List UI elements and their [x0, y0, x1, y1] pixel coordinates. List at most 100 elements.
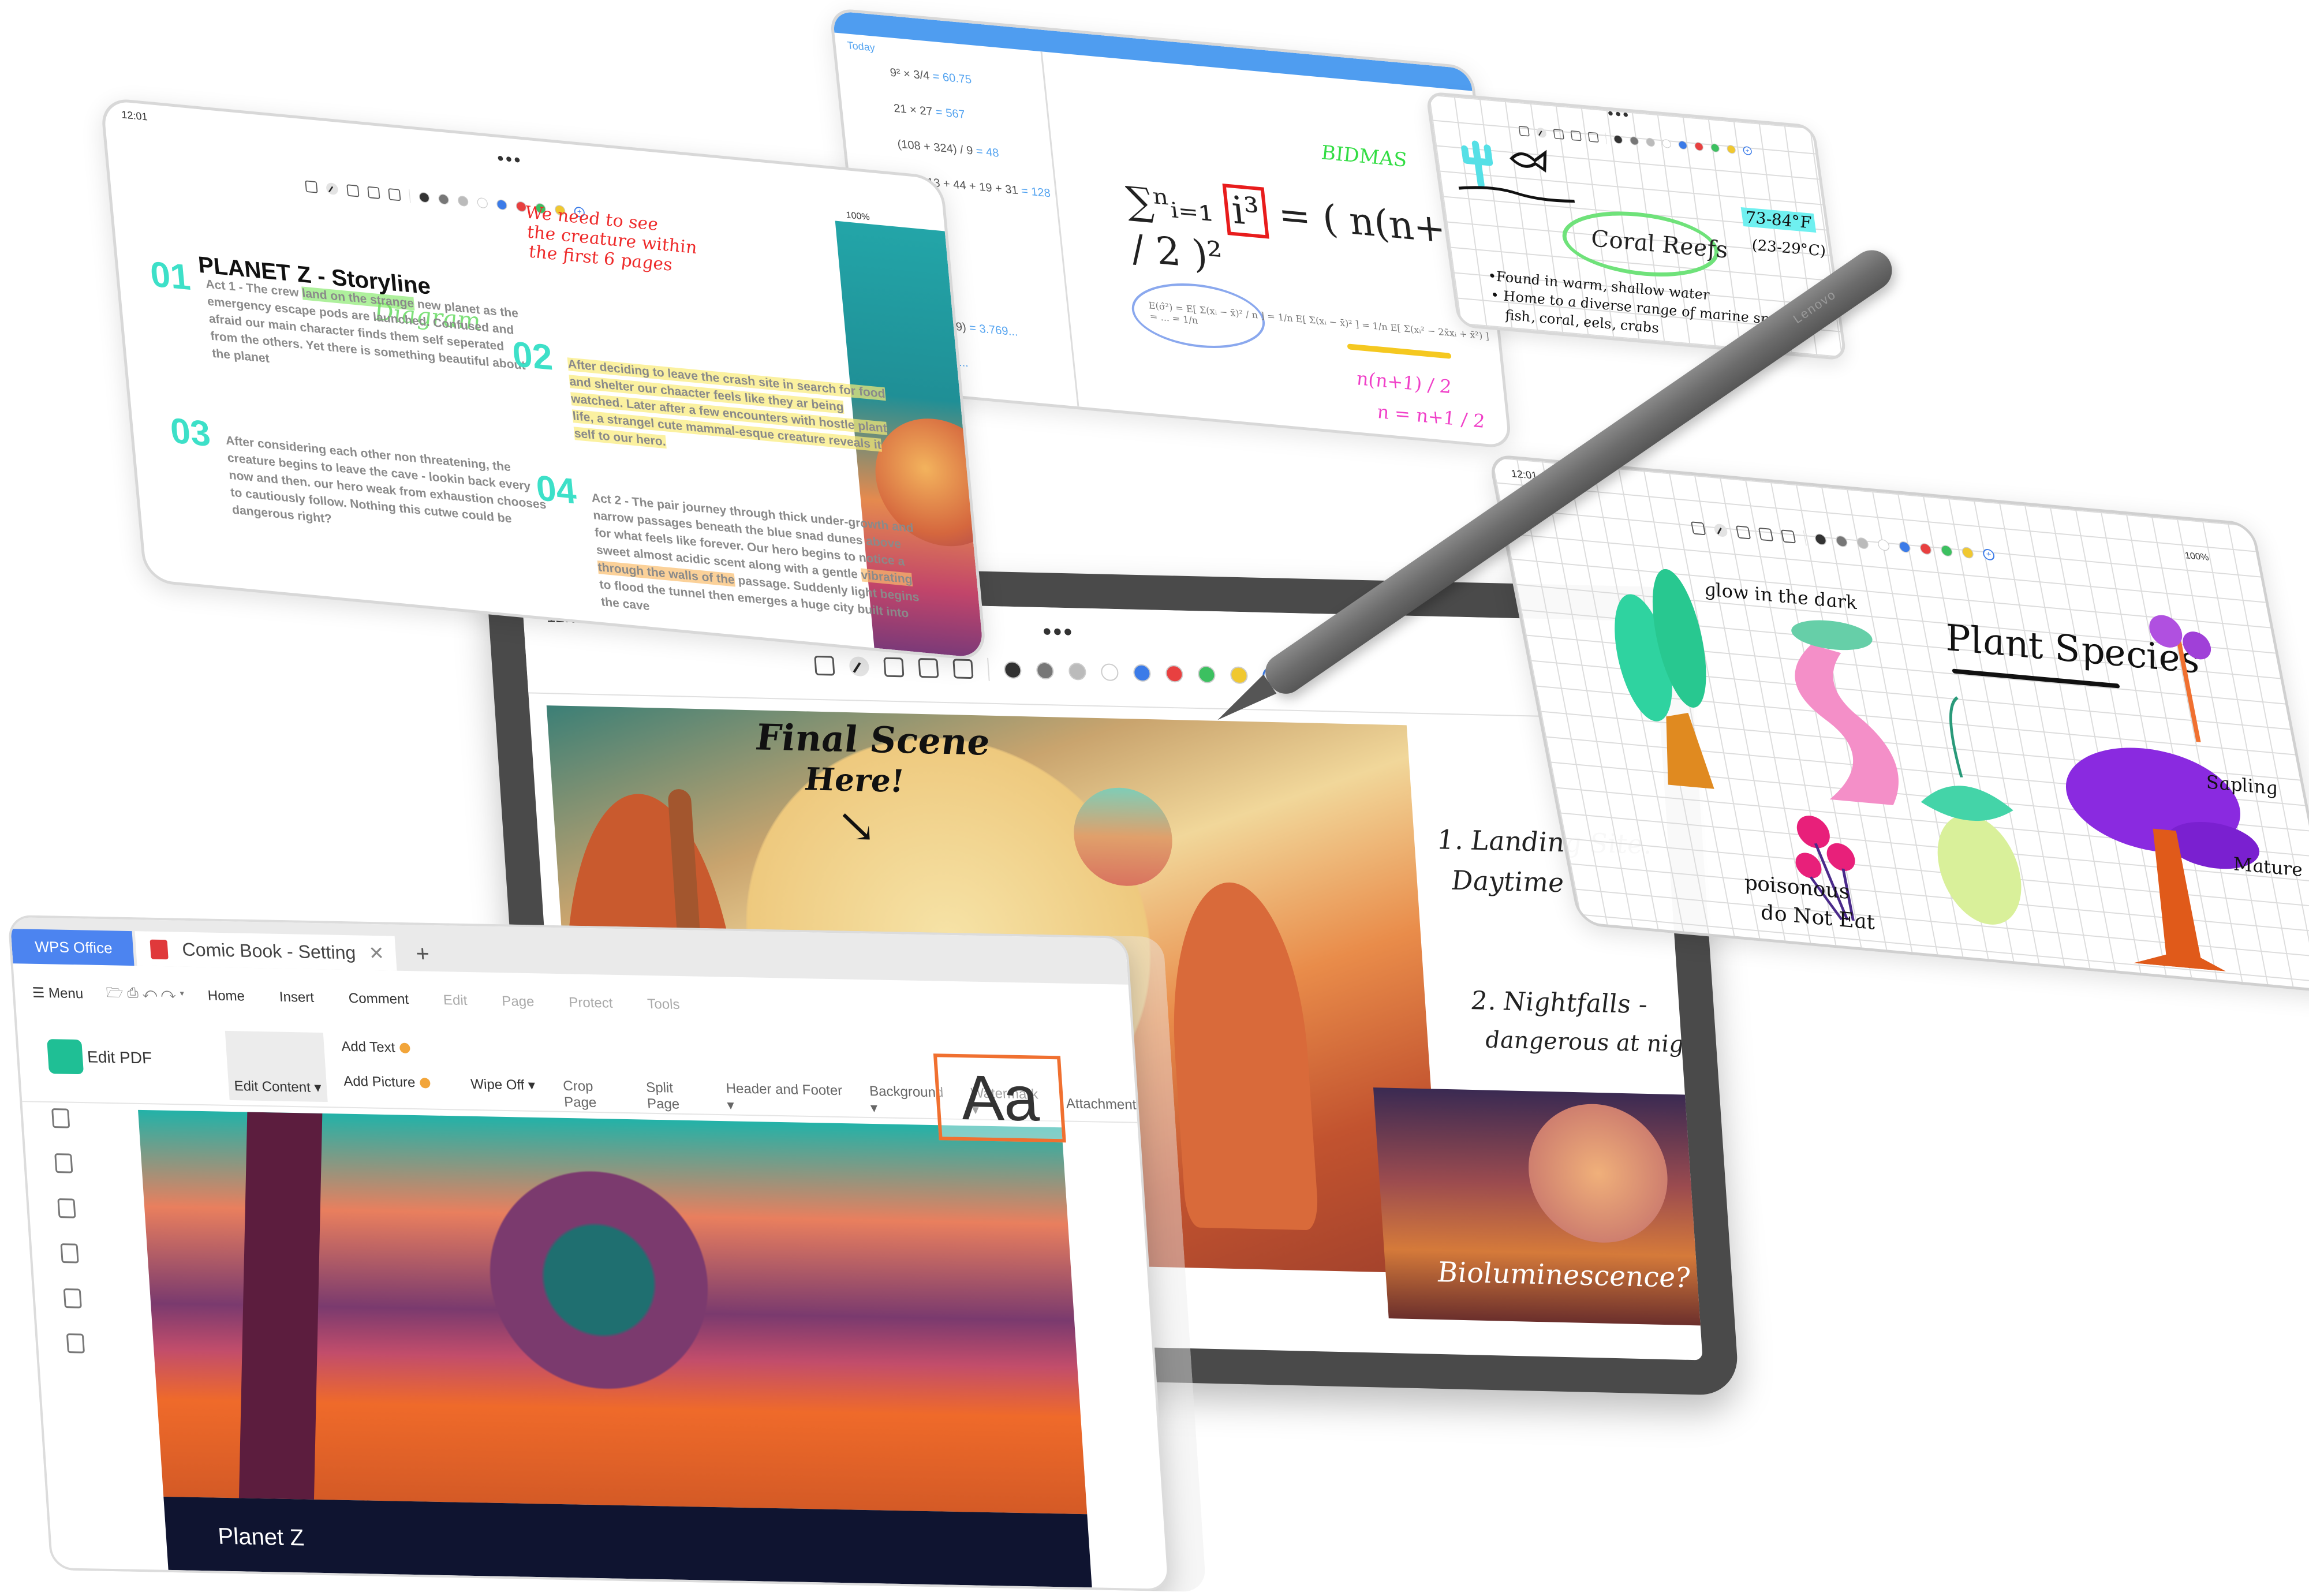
pen-icon[interactable] — [1713, 523, 1729, 537]
highlighted-text: After deciding to leave the crash site i… — [567, 357, 888, 452]
eraser-icon[interactable] — [367, 186, 380, 199]
more-handle[interactable]: ••• — [496, 149, 524, 171]
attachment-icon[interactable] — [60, 1243, 79, 1264]
calc-entry: 9² × 3/4 = 60.75 — [890, 66, 973, 87]
note-daytime: Daytime — [1450, 864, 1565, 899]
toolbar-divider — [987, 657, 990, 681]
nav-tab-comment[interactable]: Comment — [348, 991, 409, 1008]
close-icon[interactable]: ✕ — [368, 936, 386, 971]
wipe-off-button[interactable]: Wipe Off ▾ — [470, 1076, 536, 1094]
color-swatch[interactable] — [1036, 661, 1055, 680]
edit-content-button[interactable]: Edit Content ▾ — [225, 1030, 328, 1102]
color-swatch[interactable] — [1961, 546, 1975, 559]
add-text-label: Add Text — [341, 1038, 396, 1056]
color-swatch[interactable] — [419, 192, 430, 203]
convert-icon[interactable] — [66, 1333, 85, 1354]
pink-note-2: n = n+1 / 2 — [1376, 400, 1486, 433]
color-swatch[interactable] — [1856, 537, 1870, 550]
lasso-icon[interactable] — [952, 659, 974, 679]
color-swatch[interactable] — [1645, 137, 1656, 147]
section-number: 02 — [510, 334, 555, 378]
menu-button[interactable]: ☰ Menu — [32, 984, 84, 1002]
ribbon-item[interactable]: Attachment — [1066, 1096, 1137, 1113]
nav-tab-tools[interactable]: Tools — [647, 996, 681, 1013]
ribbon-item[interactable]: Split Page — [645, 1079, 710, 1113]
ribbon-item[interactable]: Crop Page — [562, 1078, 630, 1111]
eraser-icon[interactable] — [1570, 130, 1582, 141]
more-handle[interactable]: ••• — [1606, 104, 1632, 124]
night-scene-image: Bioluminescence? — [1373, 1087, 1703, 1326]
color-swatch[interactable] — [1197, 666, 1216, 683]
color-swatch[interactable] — [476, 197, 488, 209]
color-swatch[interactable] — [1677, 140, 1688, 150]
comment-icon[interactable] — [57, 1198, 76, 1219]
color-swatch[interactable] — [1230, 666, 1249, 685]
add-color-icon[interactable]: + — [1982, 548, 1996, 561]
more-handle[interactable]: ••• — [1042, 619, 1075, 645]
lasso-icon[interactable] — [388, 188, 401, 201]
new-tab-button[interactable]: + — [415, 941, 430, 967]
keyboard-icon[interactable] — [814, 655, 835, 676]
color-swatch[interactable] — [438, 193, 450, 205]
nav-tab-edit[interactable]: Edit — [443, 992, 468, 1009]
color-swatch[interactable] — [1940, 544, 1954, 557]
document-tab[interactable]: Comic Book - Setting ✕ — [134, 931, 397, 971]
color-swatch[interactable] — [1919, 543, 1933, 555]
color-swatch[interactable] — [1814, 533, 1828, 546]
menu-label: Menu — [48, 985, 84, 1001]
color-swatch[interactable] — [1165, 664, 1184, 683]
pen-icon[interactable] — [326, 182, 339, 196]
keyboard-icon[interactable] — [1518, 126, 1530, 137]
arrow-down-icon: ↘ — [835, 798, 878, 853]
ribbon-item[interactable]: Header and Footer ▾ — [726, 1081, 854, 1116]
signature-icon[interactable] — [63, 1288, 82, 1309]
menu-row: ☰ Menu 🗁 ⎙ ↶ ↷ ▾ Home Insert Comment Edit Pa… — [14, 975, 681, 1022]
keyboard-icon[interactable] — [305, 180, 318, 193]
nav-tab-insert[interactable]: Insert — [279, 989, 315, 1006]
toolbar-divider — [409, 189, 411, 203]
color-swatch[interactable] — [1100, 663, 1119, 681]
color-swatch[interactable] — [1613, 134, 1623, 144]
plant-drawings — [1615, 569, 2259, 971]
color-swatch[interactable] — [496, 199, 508, 211]
color-swatch[interactable] — [1726, 144, 1736, 154]
add-color-icon[interactable]: + — [1742, 146, 1753, 156]
edit-content-label: Edit Content ▾ — [233, 1078, 322, 1096]
color-swatch[interactable] — [1133, 664, 1152, 682]
color-swatch[interactable] — [1710, 143, 1720, 153]
keyboard-icon[interactable] — [1690, 521, 1706, 536]
color-swatch[interactable] — [1003, 661, 1022, 679]
highlighter-icon[interactable] — [883, 657, 905, 678]
pdf-file-icon — [150, 939, 169, 960]
image-icon[interactable] — [54, 1153, 73, 1173]
nav-tab-home[interactable]: Home — [207, 988, 245, 1004]
color-swatch[interactable] — [1661, 139, 1672, 149]
nav-tab-page[interactable]: Page — [501, 993, 535, 1010]
color-swatch[interactable] — [1877, 539, 1890, 552]
eraser-icon[interactable] — [1758, 527, 1774, 541]
color-swatch[interactable] — [457, 195, 469, 207]
battery-status: 100% — [845, 210, 870, 223]
wps-office-tab[interactable]: WPS Office — [10, 929, 134, 966]
eraser-icon[interactable] — [918, 658, 939, 678]
text-box-handle[interactable]: Aa — [933, 1053, 1066, 1143]
nav-tab-protect[interactable]: Protect — [568, 995, 613, 1011]
lasso-icon[interactable] — [1780, 529, 1796, 544]
note-final-scene: Final Scene — [754, 716, 991, 764]
add-text-button[interactable]: Add Text — [341, 1039, 410, 1056]
edit-pdf-button[interactable]: Edit PDF — [47, 1039, 153, 1075]
highlighter-icon[interactable] — [1735, 525, 1751, 540]
color-swatch[interactable] — [1694, 141, 1704, 151]
quick-access-icons[interactable]: 🗁 ⎙ ↶ ↷ ▾ — [106, 982, 186, 1008]
add-picture-button[interactable]: Add Picture — [343, 1074, 431, 1092]
lasso-icon[interactable] — [1587, 132, 1599, 143]
color-swatch[interactable] — [1068, 663, 1087, 681]
pen-icon[interactable] — [849, 656, 870, 677]
pen-icon[interactable] — [1535, 127, 1547, 139]
color-swatch[interactable] — [1629, 136, 1639, 146]
highlighter-icon[interactable] — [346, 184, 360, 197]
bookmark-icon[interactable] — [51, 1108, 70, 1128]
color-swatch[interactable] — [1897, 541, 1912, 554]
color-swatch[interactable] — [1835, 535, 1849, 548]
highlighter-icon[interactable] — [1553, 129, 1564, 140]
